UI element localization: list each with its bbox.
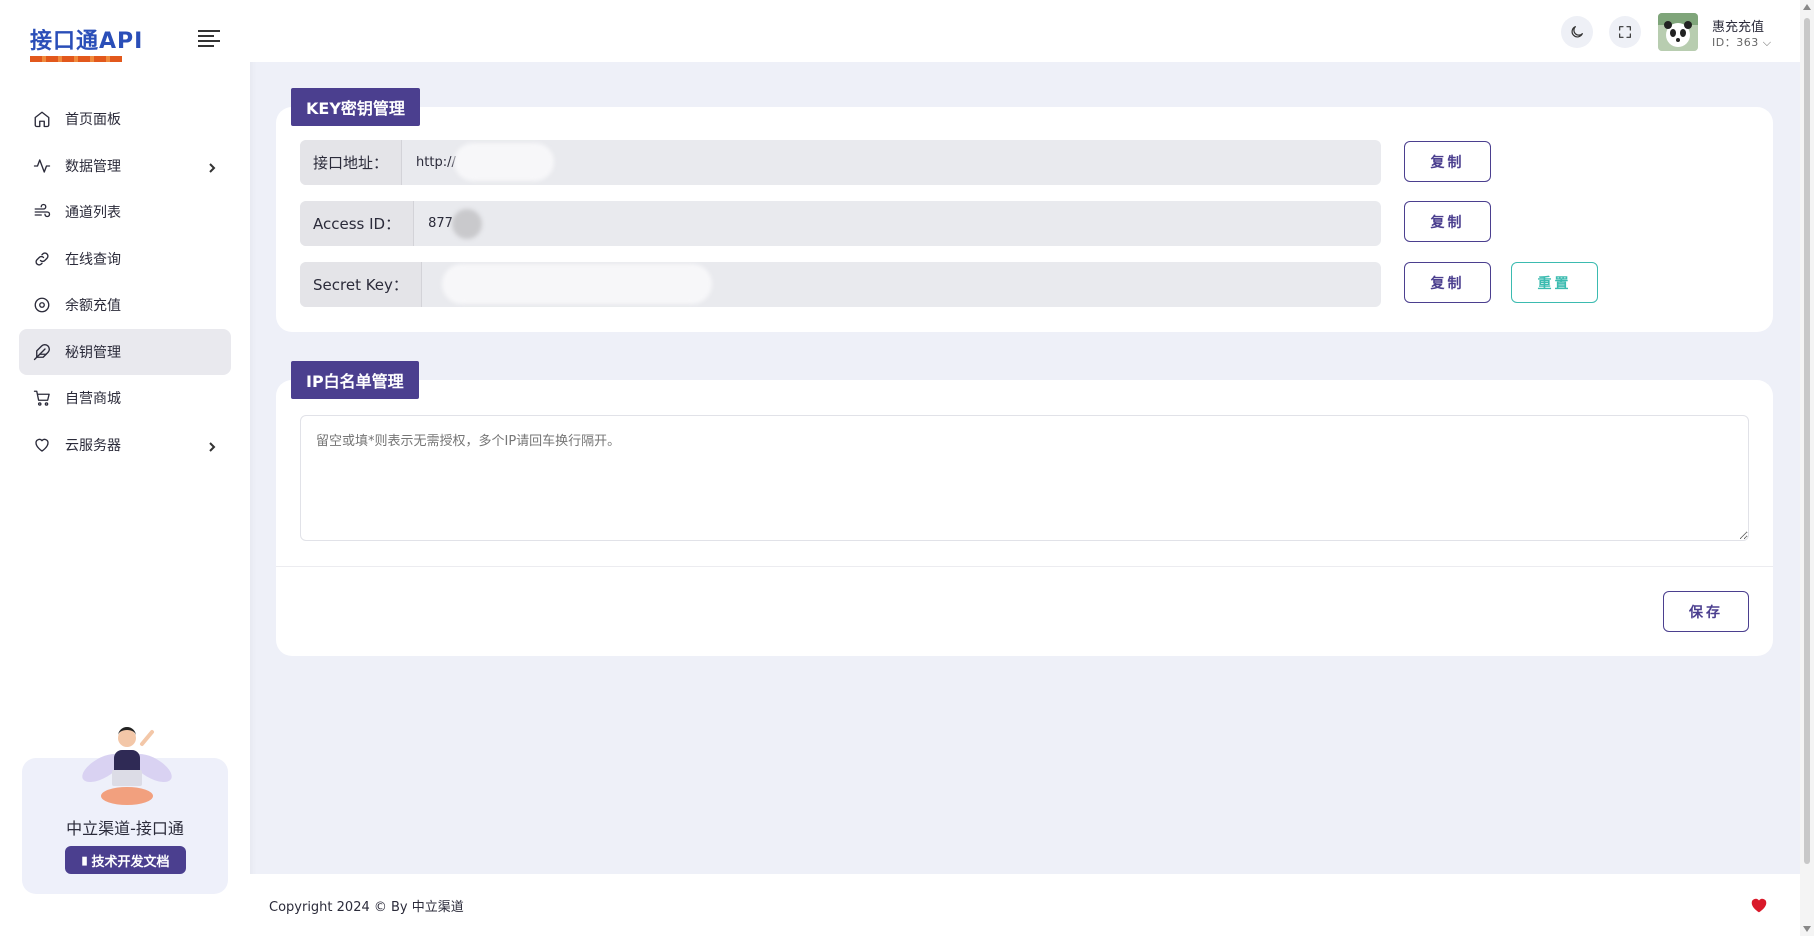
- chevron-right-icon: [207, 161, 217, 173]
- footer: Copyright 2024 © By 中立渠道: [250, 874, 1800, 936]
- reset-secret-key-button[interactable]: 重置: [1511, 262, 1598, 303]
- sidebar-item-self-store[interactable]: 自营商城: [19, 375, 231, 421]
- access-id-label: Access ID：: [300, 201, 415, 246]
- sidebar-nav: 首页面板 数据管理 通道列表 在线查询 余额充值 秘钥管理 自营商城 云服务器: [0, 84, 250, 480]
- access-id-value[interactable]: 877: [414, 201, 1381, 246]
- sidebar: 接口通API 首页面板 数据管理 通道列表 在线查询 余额充值 秘钥管理 自营商…: [0, 0, 250, 936]
- heart-icon: [1751, 898, 1767, 913]
- sidebar-item-label: 通道列表: [65, 205, 121, 221]
- chevron-right-icon: [207, 440, 217, 452]
- promo-card: 中立渠道-接口通 ▮ 技术开发文档: [22, 727, 228, 894]
- fullscreen-button[interactable]: [1609, 16, 1641, 48]
- chevron-down-icon: ⌵: [1762, 36, 1772, 49]
- logo[interactable]: 接口通API: [30, 23, 143, 62]
- secret-key-label: Secret Key：: [300, 262, 422, 307]
- ip-whitelist-textarea[interactable]: [300, 415, 1749, 541]
- wind-icon: [33, 203, 51, 221]
- fullscreen-icon: [1619, 26, 1631, 38]
- feather-icon: [33, 343, 51, 361]
- activity-icon: [33, 157, 51, 175]
- book-icon: ▮: [81, 854, 88, 867]
- menu-toggle-icon[interactable]: [198, 30, 220, 48]
- panda-avatar-image: [1658, 13, 1698, 51]
- promo-title: 中立渠道-接口通: [66, 819, 184, 838]
- target-icon: [33, 296, 51, 314]
- sidebar-item-cloud-server[interactable]: 云服务器: [19, 422, 231, 468]
- sidebar-item-balance-recharge[interactable]: 余额充值: [19, 282, 231, 328]
- dark-mode-toggle[interactable]: [1561, 16, 1593, 48]
- sidebar-item-online-query[interactable]: 在线查询: [19, 236, 231, 282]
- page-scrollbar[interactable]: [1800, 0, 1814, 936]
- scroll-thumb[interactable]: [1804, 18, 1810, 864]
- sidebar-item-key-management[interactable]: 秘钥管理: [19, 328, 231, 375]
- sidebar-item-label: 秘钥管理: [65, 344, 121, 361]
- access-id-field: Access ID： 877: [300, 201, 1381, 246]
- api-url-value[interactable]: http://: [402, 140, 1381, 185]
- copy-api-url-button[interactable]: 复制: [1404, 141, 1491, 182]
- api-url-field: 接口地址： http://: [300, 140, 1381, 185]
- copy-secret-key-button[interactable]: 复制: [1404, 262, 1491, 303]
- home-icon: [33, 110, 51, 128]
- sidebar-item-label: 余额充值: [65, 298, 121, 314]
- redacted-blur: [454, 143, 555, 181]
- scroll-down-arrow[interactable]: [1803, 926, 1811, 932]
- api-url-label: 接口地址：: [300, 140, 403, 185]
- secret-key-value[interactable]: [422, 262, 1381, 307]
- card-divider: [276, 566, 1773, 567]
- moon-icon: [1571, 26, 1583, 38]
- brand: 接口通API: [0, 0, 250, 84]
- secret-key-field: Secret Key：: [300, 262, 1381, 307]
- redacted-blur: [441, 264, 712, 304]
- scroll-up-arrow[interactable]: [1803, 4, 1811, 10]
- sidebar-item-label: 数据管理: [65, 158, 121, 175]
- sidebar-item-label: 自营商城: [65, 391, 121, 407]
- dev-docs-label: 技术开发文档: [91, 853, 170, 869]
- ip-section-title: IP白名单管理: [291, 361, 419, 399]
- logo-text: 接口通API: [30, 28, 144, 54]
- copyright-text: Copyright 2024 © By 中立渠道: [269, 899, 464, 915]
- sidebar-item-label: 首页面板: [65, 112, 121, 128]
- save-button[interactable]: 保存: [1663, 591, 1749, 632]
- sidebar-item-data-management[interactable]: 数据管理: [19, 143, 231, 189]
- user-name[interactable]: 惠充充值: [1712, 16, 1764, 35]
- top-header: 惠充充值 ID：363 ⌵: [250, 0, 1800, 62]
- copy-access-id-button[interactable]: 复制: [1404, 201, 1491, 242]
- heart-icon: [33, 436, 51, 454]
- developer-illustration: [82, 727, 172, 805]
- logo-underline: [30, 55, 122, 62]
- avatar[interactable]: [1658, 13, 1698, 51]
- dev-docs-button[interactable]: ▮ 技术开发文档: [65, 846, 186, 874]
- key-section-title: KEY密钥管理: [291, 88, 420, 126]
- redacted-blur: [452, 209, 483, 239]
- sidebar-item-home[interactable]: 首页面板: [19, 96, 231, 142]
- sidebar-item-label: 在线查询: [65, 251, 121, 268]
- link-icon: [33, 250, 51, 268]
- sidebar-item-label: 云服务器: [65, 437, 121, 454]
- user-id[interactable]: ID：363 ⌵: [1712, 34, 1772, 50]
- sidebar-item-channel-list[interactable]: 通道列表: [19, 189, 231, 235]
- cart-icon: [33, 389, 51, 407]
